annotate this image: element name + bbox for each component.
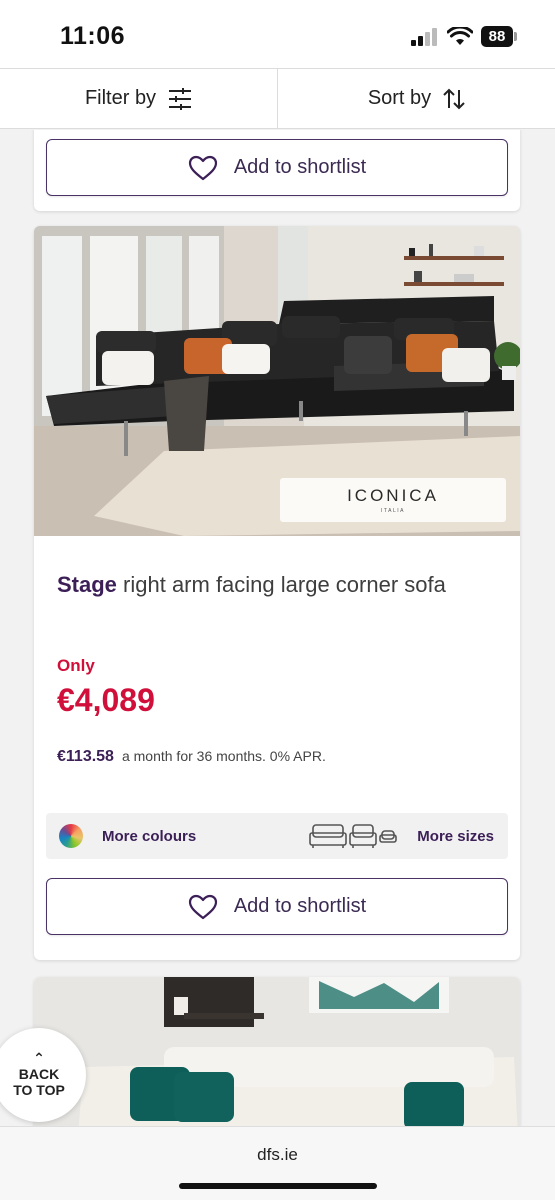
brand-badge: ICONICA ITALIA <box>280 478 506 522</box>
add-to-shortlist-button[interactable]: Add to shortlist <box>46 878 508 935</box>
finance-text: a month for 36 months. 0% APR. <box>121 748 326 764</box>
status-bar: 11:06 88 <box>0 0 555 68</box>
filter-label: Filter by <box>84 87 157 109</box>
more-sizes-link[interactable]: More sizes <box>417 828 494 845</box>
brand-name: ICONICA <box>347 486 439 505</box>
filter-sort-bar: Filter by Sort by <box>0 68 555 129</box>
product-image[interactable] <box>34 977 520 1126</box>
url-text[interactable]: dfs.ie <box>0 1145 555 1165</box>
shortlist-label: Add to shortlist <box>233 156 367 178</box>
price-prefix: Only <box>57 656 95 675</box>
sliders-icon <box>169 87 192 110</box>
sort-label: Sort by <box>367 87 432 109</box>
browser-address-bar[interactable]: dfs.ie <box>0 1126 555 1200</box>
product-card[interactable] <box>34 977 520 1126</box>
status-icons: 88 <box>411 26 517 47</box>
product-card[interactable]: ICONICA ITALIA Stage right arm facing la… <box>34 226 520 960</box>
signal-icon <box>411 27 437 46</box>
finance-amount: €113.58 <box>57 748 114 765</box>
wifi-icon <box>447 26 473 45</box>
colour-wheel-icon <box>59 824 83 848</box>
filter-button[interactable]: Filter by <box>0 69 277 128</box>
back-to-top-line1: BACK <box>18 1066 60 1082</box>
add-to-shortlist-button[interactable]: Add to shortlist <box>46 139 508 196</box>
finance-info: €113.58 a month for 36 months. 0% APR. <box>57 748 326 766</box>
product-description: right arm facing large corner sofa <box>116 572 446 597</box>
product-list[interactable]: Add to shortlist ICONICA ITALIA Stage ri… <box>0 130 555 1126</box>
price: €4,089 <box>57 682 155 718</box>
sofa-sizes-icon <box>309 823 398 849</box>
heart-icon <box>188 155 217 180</box>
chevron-up-icon: ⌃ <box>33 1050 45 1066</box>
sort-button[interactable]: Sort by <box>277 69 555 128</box>
product-title[interactable]: Stage right arm facing large corner sofa <box>57 570 497 600</box>
product-card: Add to shortlist <box>34 130 520 211</box>
more-colours-link[interactable]: More colours <box>102 828 196 845</box>
options-strip: More colours More sizes <box>46 813 508 859</box>
brand-sub: ITALIA <box>381 508 405 514</box>
battery-level: 88 <box>481 26 513 47</box>
sort-arrows-icon <box>443 88 465 109</box>
back-to-top-line2: TO TOP <box>13 1082 65 1098</box>
heart-icon <box>188 894 217 919</box>
battery-icon: 88 <box>481 26 517 47</box>
status-time: 11:06 <box>60 22 126 50</box>
product-range: Stage <box>57 572 117 597</box>
home-indicator[interactable] <box>179 1183 377 1189</box>
shortlist-label: Add to shortlist <box>233 895 367 917</box>
